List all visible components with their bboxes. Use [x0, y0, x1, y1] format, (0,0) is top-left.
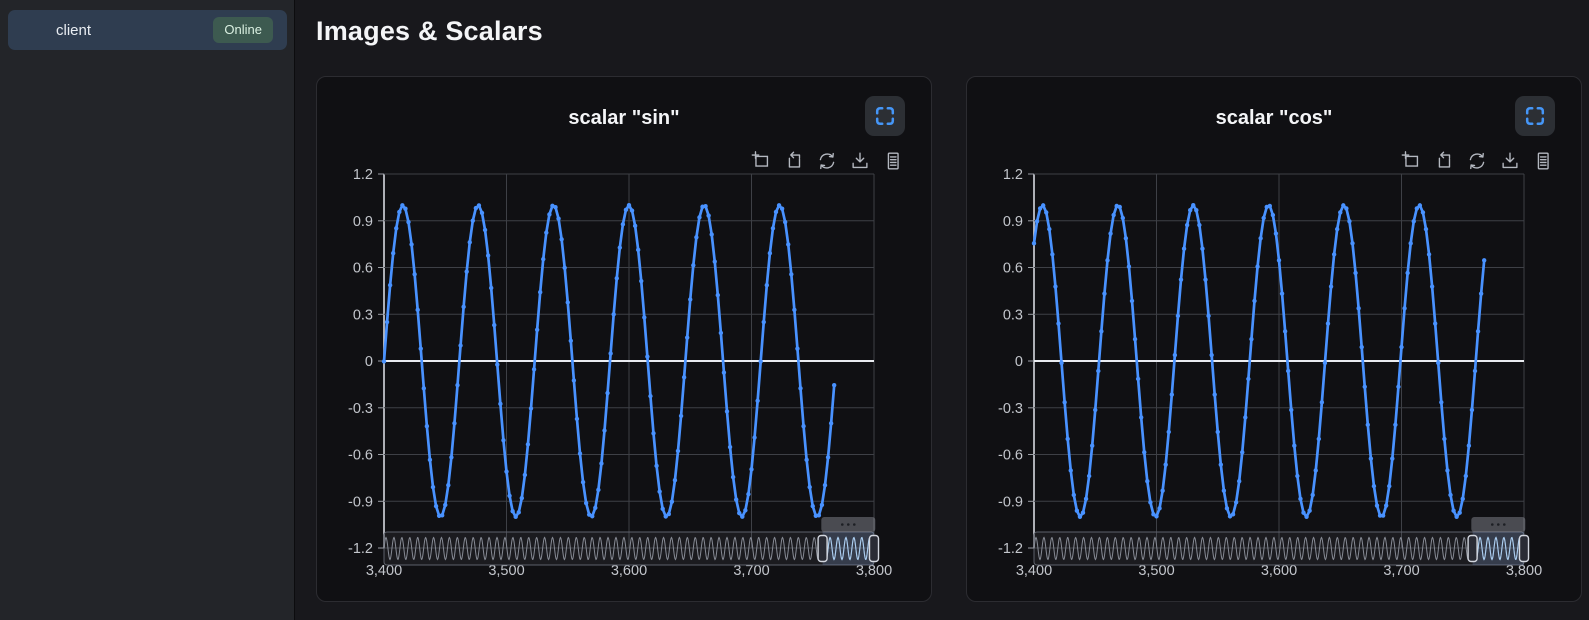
- client-label: client: [56, 22, 91, 39]
- area-zoom-icon: [1400, 150, 1422, 172]
- zoom-back-button[interactable]: [1432, 149, 1456, 173]
- y-tick-label: -0.9: [348, 494, 373, 510]
- data-view-button[interactable]: [1531, 149, 1555, 173]
- chart-panel-cos: 1.20.90.60.30-0.3-0.6-0.9-1.23,4003,5003…: [966, 76, 1582, 602]
- datazoom-handle-left[interactable]: [818, 536, 827, 562]
- chart-title-cos: scalar "cos": [967, 107, 1581, 130]
- y-tick-label: 0.6: [1003, 261, 1023, 277]
- data-view-button[interactable]: [881, 149, 905, 173]
- y-tick-label: 0: [365, 354, 373, 370]
- datazoom-handle-left[interactable]: [1468, 536, 1477, 562]
- datazoom-slider[interactable]: [384, 517, 879, 565]
- y-tick-label: 0.3: [353, 307, 373, 323]
- save-image-icon: [1499, 150, 1521, 172]
- y-tick-label: 0: [1015, 354, 1023, 370]
- chart-panel-sin: 1.20.90.60.30-0.3-0.6-0.9-1.23,4003,5003…: [316, 76, 932, 602]
- restore-icon: [1466, 150, 1488, 172]
- expand-button[interactable]: [865, 96, 905, 136]
- chart-toolbar: [1399, 149, 1555, 173]
- y-tick-label: -0.3: [348, 401, 373, 417]
- app-window: client Online Images & Scalars 1.2 0.9 0.6…: [0, 0, 1589, 620]
- y-tick-label: -1.2: [998, 541, 1023, 557]
- y-tick-label: 0.6: [353, 261, 373, 277]
- y-tick-label: 0.3: [1003, 307, 1023, 323]
- zoom-back-icon: [783, 150, 805, 172]
- area-zoom-button[interactable]: [1399, 149, 1423, 173]
- chart-title-sin: scalar "sin": [317, 107, 931, 130]
- data-view-icon: [1532, 150, 1554, 172]
- y-tick-label: -0.9: [998, 494, 1023, 510]
- restore-button[interactable]: [1465, 149, 1489, 173]
- y-tick-label: -0.6: [348, 448, 373, 464]
- area-zoom-button[interactable]: [749, 149, 773, 173]
- y-tick-label: -1.2: [348, 541, 373, 557]
- area-zoom-icon: [750, 150, 772, 172]
- restore-icon: [816, 150, 838, 172]
- chart-toolbar: [749, 149, 905, 173]
- zoom-back-button[interactable]: [782, 149, 806, 173]
- expand-icon: [1523, 104, 1547, 128]
- y-tick-label: 1.2: [1003, 167, 1023, 183]
- sidebar-item-client[interactable]: client Online: [8, 10, 287, 50]
- expand-button[interactable]: [1515, 96, 1555, 136]
- y-tick-label: -0.3: [998, 401, 1023, 417]
- restore-button[interactable]: [815, 149, 839, 173]
- main-content: Images & Scalars 1.2 0.9 0.6 0.3 0 -0.3 -0.6 -0…: [296, 0, 1589, 620]
- save-image-icon: [849, 150, 871, 172]
- page-title: Images & Scalars: [316, 16, 543, 47]
- expand-icon: [873, 104, 897, 128]
- sidebar: client Online: [0, 0, 295, 620]
- status-badge: Online: [213, 17, 273, 43]
- datazoom-handle-right[interactable]: [1520, 536, 1529, 562]
- y-tick-label: 0.9: [353, 214, 373, 230]
- y-tick-label: -0.6: [998, 448, 1023, 464]
- y-tick-label: 1.2: [353, 167, 373, 183]
- save-image-button[interactable]: [848, 149, 872, 173]
- datazoom-slider[interactable]: [1034, 517, 1529, 565]
- y-tick-label: 0.9: [1003, 214, 1023, 230]
- zoom-back-icon: [1433, 150, 1455, 172]
- data-view-icon: [882, 150, 904, 172]
- save-image-button[interactable]: [1498, 149, 1522, 173]
- datazoom-handle-right[interactable]: [870, 536, 879, 562]
